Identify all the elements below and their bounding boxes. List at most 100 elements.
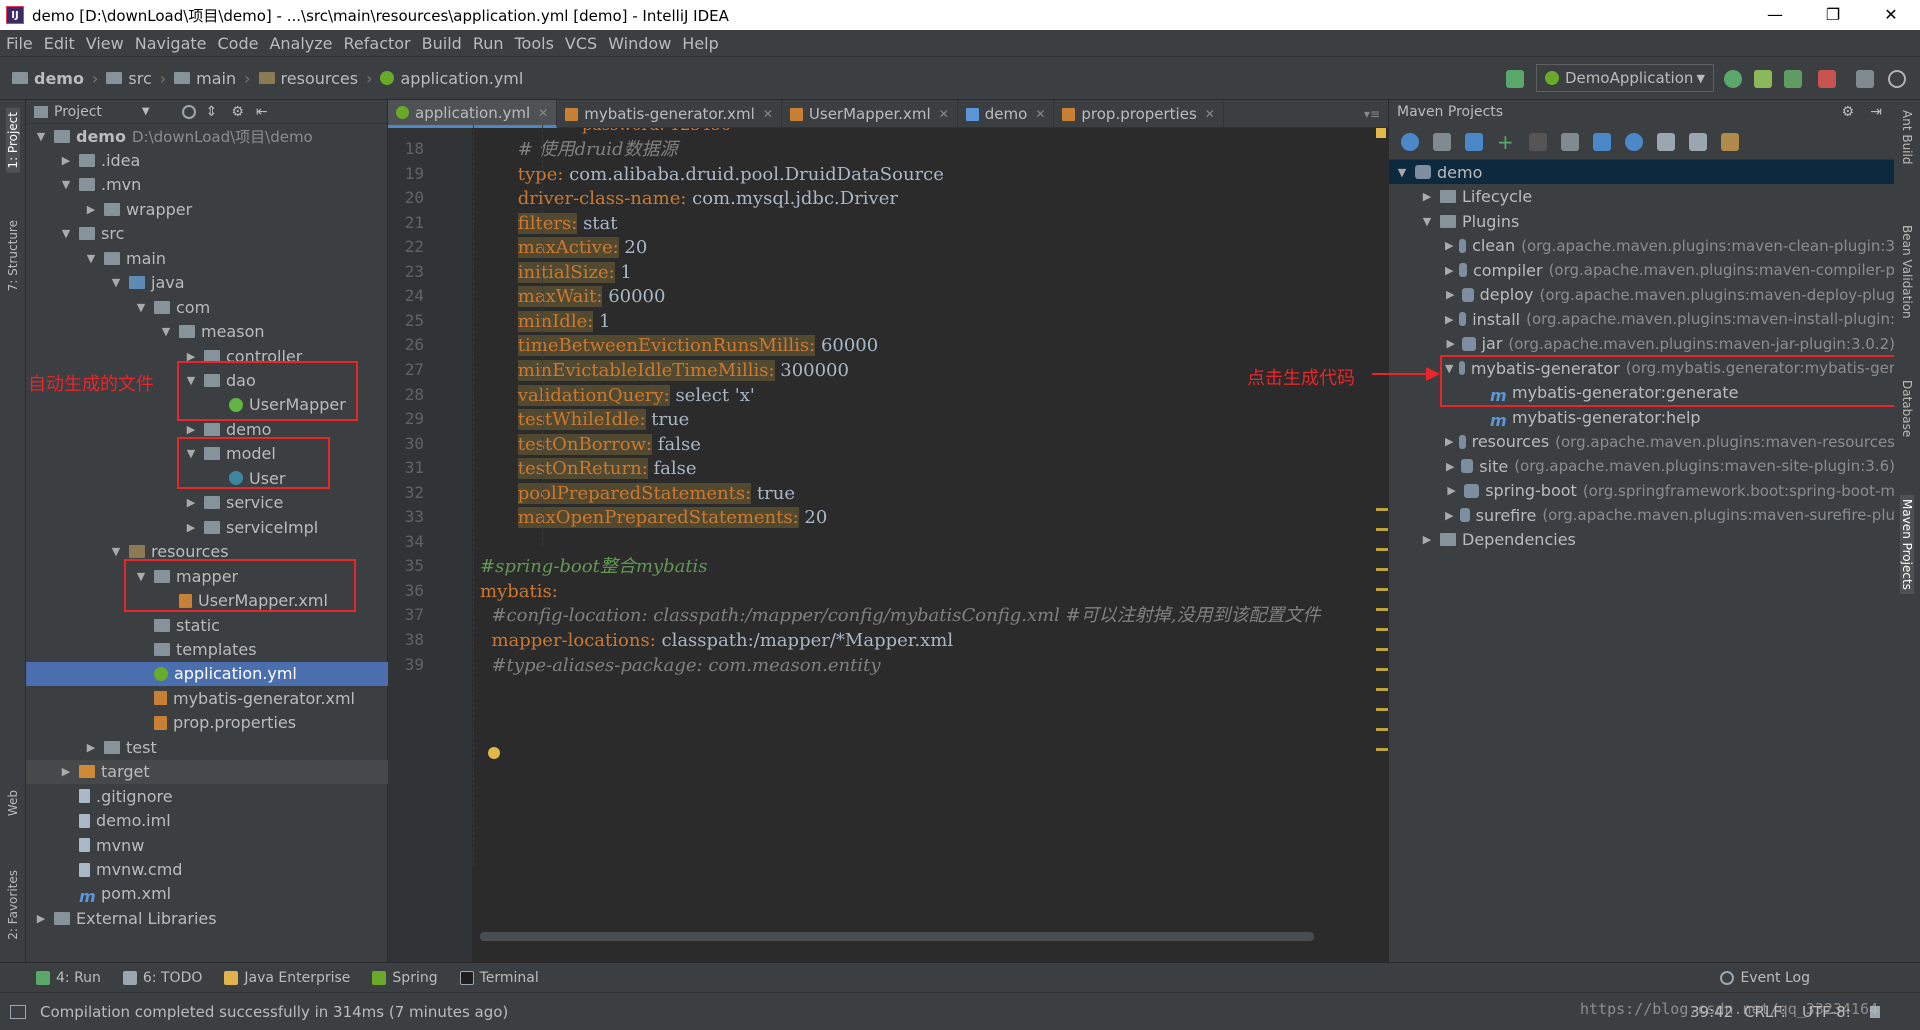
- warning-indicator-icon[interactable]: [1376, 128, 1386, 138]
- expanded-arrow-icon[interactable]: ▼: [59, 178, 73, 191]
- show-dependencies-icon[interactable]: [1657, 132, 1675, 151]
- code-editor[interactable]: password: 123456 # 使用druid数据源 type: com.…: [472, 128, 1388, 962]
- project-tree-item[interactable]: mvnw: [26, 833, 388, 857]
- build-hammer-icon[interactable]: [1506, 70, 1524, 88]
- collapsed-arrow-icon[interactable]: ▶: [84, 203, 98, 216]
- menu-code[interactable]: Code: [218, 34, 259, 53]
- project-tree-item[interactable]: ▶ wrapper: [26, 197, 388, 221]
- marker[interactable]: [1376, 508, 1388, 511]
- maven-settings-icon[interactable]: [1721, 132, 1739, 151]
- collapsed-arrow-icon[interactable]: ▶: [1420, 190, 1434, 203]
- project-tree-item[interactable]: ▼ com: [26, 295, 388, 319]
- menu-vcs[interactable]: VCS: [565, 34, 597, 53]
- project-tree-item[interactable]: m pom.xml: [26, 882, 388, 906]
- collapsed-arrow-icon[interactable]: ▶: [184, 496, 198, 509]
- menu-refactor[interactable]: Refactor: [344, 34, 411, 53]
- expanded-arrow-icon[interactable]: ▼: [109, 276, 123, 289]
- marker[interactable]: [1376, 628, 1388, 631]
- maven-tree-item[interactable]: ▶ surefire (org.apache.maven.plugins:maven…: [1389, 503, 1895, 527]
- close-tab-icon[interactable]: ✕: [1205, 107, 1215, 121]
- locate-icon[interactable]: [181, 104, 196, 119]
- bulb-icon[interactable]: [488, 747, 500, 759]
- collapsed-arrow-icon[interactable]: ▶: [84, 741, 98, 754]
- collapsed-arrow-icon[interactable]: ▶: [1445, 313, 1453, 326]
- maven-tree-item[interactable]: ▶ spring-boot (org.springframework.boot:sp…: [1389, 479, 1895, 503]
- marker[interactable]: [1376, 748, 1388, 751]
- maven-tree-item[interactable]: ▶ deploy (org.apache.maven.plugins:maven-d…: [1389, 283, 1895, 307]
- maven-tree-item[interactable]: ▶ site (org.apache.maven.plugins:maven-sit…: [1389, 454, 1895, 478]
- menu-edit[interactable]: Edit: [44, 34, 75, 53]
- restore-button[interactable]: ❐: [1804, 0, 1862, 30]
- project-tree-item[interactable]: prop.properties: [26, 711, 388, 735]
- editor-horizontal-scrollbar[interactable]: [480, 932, 1314, 941]
- skip-tests-icon[interactable]: [1625, 132, 1643, 151]
- expanded-arrow-icon[interactable]: ▼: [34, 130, 48, 143]
- expanded-arrow-icon[interactable]: ▼: [134, 301, 148, 314]
- tool-database[interactable]: Database: [1900, 380, 1914, 437]
- collapsed-arrow-icon[interactable]: ▶: [1445, 239, 1453, 252]
- project-tree-item[interactable]: .gitignore: [26, 784, 388, 808]
- maven-tree-item[interactable]: m mybatis-generator:help: [1389, 405, 1895, 430]
- breadcrumb-resources[interactable]: resources ›: [258, 69, 372, 88]
- tool-maven-projects[interactable]: Maven Projects: [1900, 495, 1914, 594]
- menu-navigate[interactable]: Navigate: [135, 34, 207, 53]
- marker[interactable]: [1376, 528, 1388, 531]
- expanded-arrow-icon[interactable]: ▼: [84, 252, 98, 265]
- project-tree-item[interactable]: ▼ .mvn: [26, 173, 388, 197]
- tool-favorites[interactable]: 2: Favorites: [6, 870, 20, 940]
- project-tree-item[interactable]: ▶ target: [26, 759, 388, 784]
- hide-panel-icon[interactable]: ⇤: [256, 104, 268, 120]
- marker[interactable]: [1376, 588, 1388, 591]
- search-icon[interactable]: [1888, 70, 1906, 88]
- maven-tree-item[interactable]: ▶ clean (org.apache.maven.plugins:maven-cl…: [1389, 234, 1895, 258]
- marker[interactable]: [1376, 688, 1388, 691]
- bottom-tool-button[interactable]: Terminal: [459, 970, 539, 986]
- collapse-all-icon[interactable]: ⇕: [206, 104, 218, 120]
- collapsed-arrow-icon[interactable]: ▶: [1445, 337, 1456, 350]
- tool-ant-build[interactable]: Ant Build: [1900, 110, 1914, 164]
- minimize-button[interactable]: —: [1746, 0, 1804, 30]
- maven-tree-item[interactable]: ▶ Lifecycle: [1389, 185, 1895, 209]
- close-tab-icon[interactable]: ✕: [538, 106, 548, 120]
- close-tab-icon[interactable]: ✕: [939, 107, 949, 121]
- generate-sources-icon[interactable]: [1433, 132, 1451, 151]
- project-tree-item[interactable]: application.yml: [26, 661, 388, 686]
- menu-tools[interactable]: Tools: [515, 34, 554, 53]
- chevron-down-icon[interactable]: ▼: [142, 106, 150, 117]
- maven-tree-item[interactable]: ▶ compiler (org.apache.maven.plugins:maven…: [1389, 258, 1895, 282]
- menu-build[interactable]: Build: [422, 34, 462, 53]
- maven-tree-item[interactable]: ▼ Plugins: [1389, 209, 1895, 233]
- download-icon[interactable]: [1465, 132, 1483, 151]
- event-log-button[interactable]: Event Log: [1720, 970, 1810, 986]
- gear-icon[interactable]: ⚙: [231, 104, 244, 120]
- gear-icon[interactable]: ⚙: [1841, 104, 1854, 120]
- marker[interactable]: [1376, 728, 1388, 731]
- project-tree-item[interactable]: demo.iml: [26, 809, 388, 833]
- maven-tree-item[interactable]: ▶ resources (org.apache.maven.plugins:mave…: [1389, 430, 1895, 454]
- tool-bean-validation[interactable]: Bean Validation: [1900, 225, 1914, 319]
- project-tree-item[interactable]: mybatis-generator.xml: [26, 686, 388, 710]
- marker[interactable]: [1376, 708, 1388, 711]
- tool-structure[interactable]: 7: Structure: [6, 220, 20, 291]
- collapsed-arrow-icon[interactable]: ▶: [1445, 288, 1456, 301]
- marker[interactable]: [1376, 568, 1388, 571]
- run-config-icon[interactable]: [1561, 132, 1579, 151]
- collapsed-arrow-icon[interactable]: ▶: [1420, 533, 1434, 546]
- breadcrumb-demo[interactable]: demo ›: [12, 69, 98, 88]
- project-tree-item[interactable]: static: [26, 613, 388, 637]
- marker[interactable]: [1376, 608, 1388, 611]
- project-tree-item[interactable]: ▶ serviceImpl: [26, 515, 388, 539]
- marker[interactable]: [1376, 648, 1388, 651]
- debug-icon[interactable]: [1754, 70, 1772, 88]
- collapse-all-icon[interactable]: [1689, 132, 1707, 151]
- project-tree-item[interactable]: ▶ service: [26, 491, 388, 515]
- project-tree-item[interactable]: ▼ demo D:\downLoad\项目\demo: [26, 124, 388, 148]
- menu-file[interactable]: File: [6, 34, 33, 53]
- collapsed-arrow-icon[interactable]: ▶: [1445, 264, 1453, 277]
- run-configuration-select[interactable]: DemoApplication ▼: [1536, 64, 1714, 92]
- project-tree-item[interactable]: ▼ main: [26, 246, 388, 270]
- hide-panel-icon[interactable]: ⇥: [1870, 104, 1882, 120]
- expanded-arrow-icon[interactable]: ▼: [59, 227, 73, 240]
- project-tree-item[interactable]: templates: [26, 637, 388, 661]
- close-button[interactable]: ✕: [1862, 0, 1920, 30]
